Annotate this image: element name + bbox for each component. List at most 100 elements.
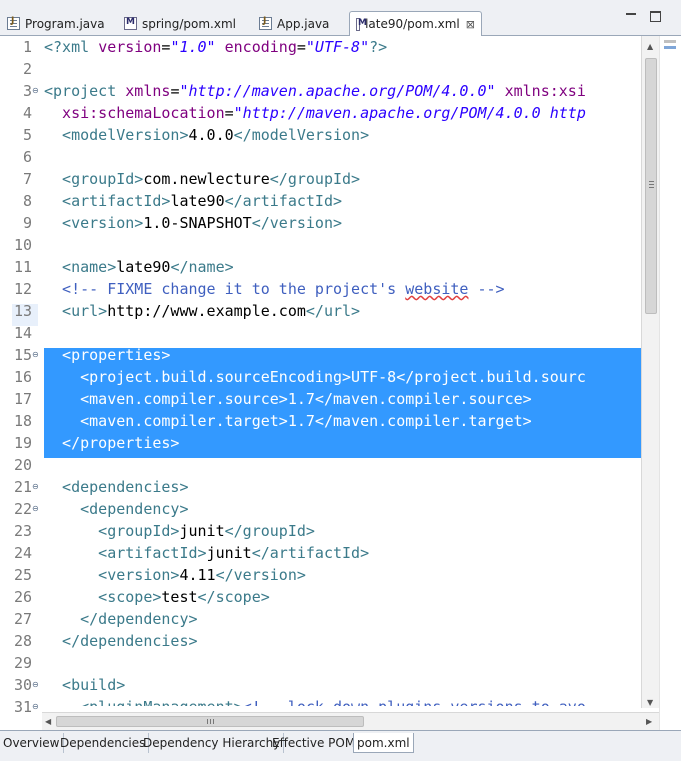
maven-file-icon [356, 17, 367, 31]
line-number-gutter: 1 2 3 4 5 6 7 8 9 10 11 12 13 14 15 16 1… [0, 36, 42, 730]
code-line-23: <groupId>junit</groupId> [44, 520, 315, 542]
tag: <groupId> [44, 170, 144, 188]
spelling-warning: website [405, 280, 469, 298]
tab-dependencies[interactable]: Dependencies [57, 733, 150, 753]
fold-toggle-icon[interactable]: ⊖ [32, 674, 39, 696]
xml-decl-close: ?> [369, 38, 388, 56]
horizontal-scrollbar[interactable]: ◀ ▶ [42, 712, 659, 731]
attr-value: "UTF-8" [305, 38, 370, 56]
line-number: 13 [13, 302, 32, 320]
line-number: 15 [13, 346, 32, 364]
tag: </url> [305, 302, 361, 320]
comment: --> [468, 280, 505, 298]
code-line-15: <properties> [44, 346, 171, 364]
fold-toggle-icon[interactable]: ⊖ [32, 498, 39, 520]
fold-toggle-icon[interactable]: ⊖ [32, 344, 39, 366]
attr-name: xmlns:xsi [495, 82, 586, 100]
tab-program-java[interactable]: Program.java [5, 11, 105, 36]
tag: <version> [44, 214, 144, 232]
line-number: 24 [13, 544, 32, 562]
code-line-5: <modelVersion>4.0.0</modelVersion> [44, 124, 369, 146]
code-line-11: <name>late90</name> [44, 256, 234, 278]
attr-value: "1.0" [170, 38, 216, 56]
editor-tab-bar: Program.java spring/pom.xml App.java lat… [0, 0, 681, 36]
fold-toggle-icon[interactable]: ⊖ [32, 476, 39, 498]
code-line-13: <url>http://www.example.com</url> [44, 300, 360, 322]
tag: </artifactId> [251, 544, 370, 562]
java-file-icon [259, 16, 272, 30]
tab-spring-pom-xml[interactable]: spring/pom.xml [122, 11, 236, 36]
line-number: 4 [22, 104, 32, 122]
line-number: 3 [22, 82, 32, 100]
tab-dependency-hierarchy[interactable]: Dependency Hierarchy [140, 733, 285, 753]
xml-source-editor[interactable]: 1 2 3 4 5 6 7 8 9 10 11 12 13 14 15 16 1… [0, 36, 681, 731]
ruler-mark[interactable] [664, 40, 676, 43]
scroll-left-icon[interactable]: ◀ [45, 717, 51, 726]
text: 4.11 [179, 566, 216, 584]
tab-overview[interactable]: Overview [0, 733, 64, 753]
tag: <name> [44, 258, 117, 276]
line-number: 14 [13, 324, 32, 342]
attr-name: encoding [215, 38, 297, 56]
ruler-mark[interactable] [664, 46, 676, 49]
tag: <artifactId> [44, 544, 207, 562]
scroll-down-icon[interactable]: ▼ [647, 698, 653, 707]
maximize-icon[interactable] [650, 11, 661, 22]
vertical-scrollbar[interactable]: ▲ ▼ [641, 36, 660, 708]
tag: </groupId> [224, 522, 315, 540]
code-line-17: <maven.compiler.source>1.7</maven.compil… [44, 390, 532, 408]
line-number: 20 [13, 456, 32, 474]
vertical-scroll-thumb[interactable] [645, 58, 657, 314]
line-number: 30 [13, 676, 32, 694]
tag: </artifactId> [224, 192, 343, 210]
scroll-up-icon[interactable]: ▲ [647, 42, 653, 51]
tag: <url> [44, 302, 108, 320]
tab-late90-pom-xml[interactable]: late90/pom.xml ⊠ [349, 11, 482, 36]
text: com.newlecture [143, 170, 270, 188]
code-line-18: <maven.compiler.target>1.7</maven.compil… [44, 412, 532, 430]
code-line-27: </dependency> [44, 610, 198, 628]
line-number: 28 [13, 632, 32, 650]
minimize-icon[interactable] [626, 13, 636, 15]
close-icon[interactable]: ⊠ [466, 18, 475, 31]
tag: <version> [44, 566, 180, 584]
line-number: 22 [13, 500, 32, 518]
scroll-right-icon[interactable]: ▶ [646, 717, 652, 726]
line-number: 26 [13, 588, 32, 606]
tag: <project [44, 82, 126, 100]
horizontal-scroll-thumb[interactable] [56, 716, 364, 727]
line-number: 5 [22, 126, 32, 144]
overview-ruler[interactable] [659, 36, 681, 730]
tab-pom-xml[interactable]: pom.xml [353, 733, 414, 753]
tab-effective-pom[interactable]: Effective POM [269, 733, 360, 753]
tag: <scope> [44, 588, 162, 606]
fold-toggle-icon[interactable]: ⊖ [32, 80, 39, 102]
tag: </name> [170, 258, 234, 276]
line-number: 23 [13, 522, 32, 540]
code-line-16: <project.build.sourceEncoding>UTF-8</pro… [44, 368, 586, 386]
line-number: 29 [13, 654, 32, 672]
code-area[interactable]: <?xml version="1.0" encoding="UTF-8"?> <… [44, 36, 641, 706]
xml-decl-open: <?xml [44, 38, 99, 56]
tab-app-java[interactable]: App.java [257, 11, 329, 36]
text: junit [206, 544, 252, 562]
tab-label: App.java [277, 16, 330, 31]
tag: <pluginManagement> [44, 698, 243, 706]
code-line-8: <artifactId>late90</artifactId> [44, 190, 342, 212]
code-line-22: <dependency> [44, 500, 189, 518]
tag: <groupId> [44, 522, 180, 540]
code-line-26: <scope>test</scope> [44, 586, 270, 608]
fold-toggle-icon[interactable]: ⊖ [32, 696, 39, 718]
comment: <!-- FIXME change it to the project's [44, 280, 406, 298]
line-number: 9 [22, 214, 32, 232]
equals: = [224, 104, 234, 122]
code-line-19: </properties> [44, 434, 180, 452]
grip-icon [649, 181, 654, 182]
code-line-25: <version>4.11</version> [44, 564, 306, 586]
attr-name: xsi:schemaLocation [44, 104, 225, 122]
tab-label: Program.java [25, 16, 105, 31]
tag: <artifactId> [44, 192, 171, 210]
line-number: 10 [13, 236, 32, 254]
line-number: 8 [22, 192, 32, 210]
line-number: 1 [22, 38, 32, 56]
